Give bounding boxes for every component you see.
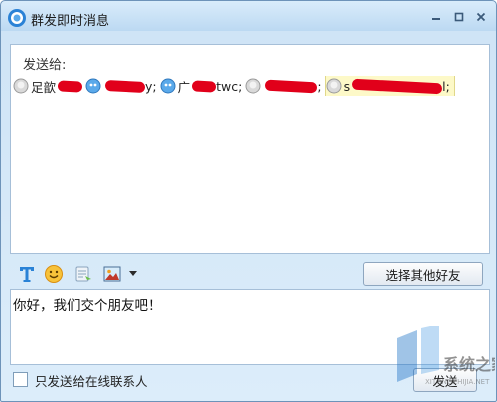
footer-bar: 只发送给在线联系人 发送 [1,367,496,401]
gray-avatar-icon [326,78,342,94]
recipient-suffix: twc; [216,78,243,94]
send-to-label: 发送给: [23,58,67,73]
maximize-button[interactable] [449,9,469,25]
redaction-mark [265,79,318,93]
message-text: 你好，我们交个朋友吧！ [13,298,162,314]
redaction-mark [104,79,146,93]
recipient-chip-selected[interactable]: s l; [324,76,455,96]
close-button[interactable] [471,9,491,25]
choose-other-friends-button[interactable]: 选择其他好友 [363,262,483,286]
group-message-window: 群发即时消息 发送给: 足歆 y; 广 twc; ; s l; 选择其他好友 你… [0,0,497,402]
recipient-list: 足歆 y; 广 twc; ; s l; [13,76,483,96]
recipient-chip[interactable]: ; [245,76,322,96]
redaction-mark [351,78,443,94]
recipient-suffix: ; [317,78,322,94]
image-icon[interactable] [102,264,122,284]
close-icon [476,12,486,22]
message-toolbar: 选择其他好友 [10,259,488,289]
gray-avatar-icon [13,78,29,94]
redaction-mark [57,79,83,93]
online-only-label[interactable]: 只发送给在线联系人 [35,371,148,390]
shake-icon[interactable] [73,264,93,284]
recipient-chip[interactable]: 足歆 [13,76,83,96]
blue-avatar-icon [85,78,101,94]
recipient-chip[interactable]: 广 twc; [160,76,244,96]
font-icon[interactable] [17,264,37,284]
recipient-chip[interactable]: y; [85,76,158,96]
recipient-suffix: l; [442,78,450,94]
blue-avatar-icon [160,78,176,94]
gray-avatar-icon [245,78,261,94]
recipient-name: 足歆 [31,79,57,95]
qq-app-icon [8,9,26,27]
send-button[interactable]: 发送 [413,368,477,392]
recipient-name: 广 [177,79,191,95]
maximize-icon [454,12,464,22]
redaction-mark [191,79,217,93]
online-only-checkbox[interactable] [13,372,28,387]
emoji-icon[interactable] [44,264,64,284]
dropdown-arrow-icon[interactable] [128,268,138,278]
recipients-panel[interactable]: 发送给: 足歆 y; 广 twc; ; s l; [10,44,490,254]
recipient-name: s [343,78,351,94]
window-title: 群发即时消息 [31,14,110,29]
recipient-suffix: y; [145,78,157,94]
minimize-icon [432,18,440,20]
message-input[interactable]: 你好，我们交个朋友吧！ [10,289,490,365]
minimize-button[interactable] [426,9,446,25]
title-bar[interactable]: 群发即时消息 [1,1,496,35]
